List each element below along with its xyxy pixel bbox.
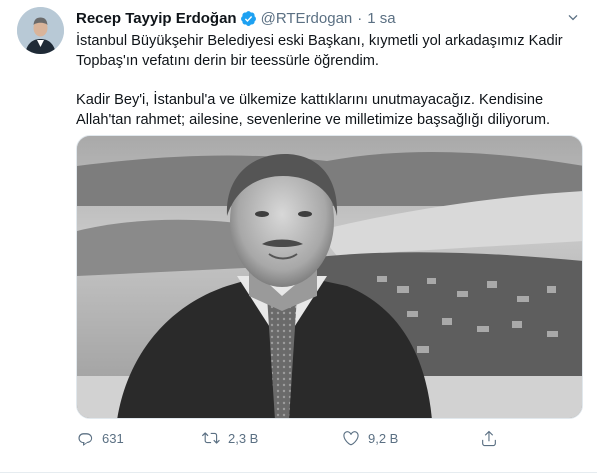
avatar-portrait bbox=[17, 7, 64, 54]
verified-badge-icon bbox=[240, 10, 256, 26]
portrait-photo bbox=[77, 136, 582, 418]
heart-icon bbox=[343, 431, 359, 446]
tweet-timestamp[interactable]: 1 sa bbox=[367, 10, 395, 27]
tweet-paragraph-2: Kadir Bey'i, İstanbul'a ve ülkemize katt… bbox=[76, 92, 551, 128]
reply-button[interactable]: 631 bbox=[76, 429, 124, 447]
share-button[interactable] bbox=[480, 429, 506, 447]
like-count: 9,2 B bbox=[368, 430, 399, 446]
tweet-paragraph-1: İstanbul Büyükşehir Belediyesi eski Başk… bbox=[76, 33, 563, 69]
tweet-photo[interactable] bbox=[76, 135, 583, 419]
tweet-text: İstanbul Büyükşehir Belediyesi eski Başk… bbox=[76, 31, 586, 130]
retweet-count: 2,3 B bbox=[228, 430, 259, 446]
like-button[interactable]: 9,2 B bbox=[342, 429, 398, 447]
chevron-down-icon[interactable] bbox=[565, 10, 581, 26]
tweet-header: Recep Tayyip Erdoğan @RTErdogan · 1 sa bbox=[76, 8, 396, 28]
avatar[interactable] bbox=[17, 7, 64, 54]
tweet-card[interactable]: Recep Tayyip Erdoğan @RTErdogan · 1 sa İ… bbox=[0, 0, 597, 473]
author-handle[interactable]: @RTErdogan bbox=[261, 10, 353, 27]
separator-dot: · bbox=[357, 9, 363, 27]
author-name[interactable]: Recep Tayyip Erdoğan bbox=[76, 10, 237, 27]
reply-icon bbox=[78, 433, 93, 446]
retweet-icon bbox=[202, 432, 220, 444]
tweet-actions: 631 2,3 B 9,2 B bbox=[76, 429, 506, 451]
share-icon bbox=[482, 430, 496, 447]
reply-count: 631 bbox=[102, 430, 124, 446]
retweet-button[interactable]: 2,3 B bbox=[202, 429, 258, 447]
